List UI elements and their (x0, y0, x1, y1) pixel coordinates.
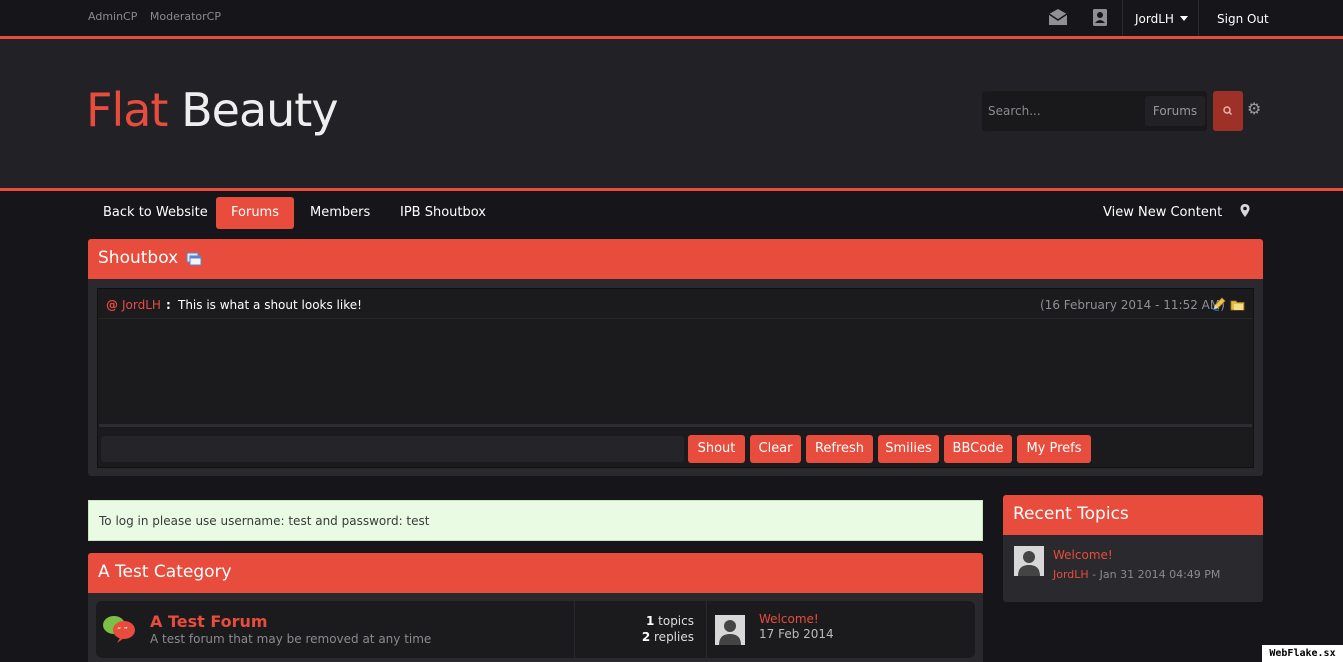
svg-text:“ ”: “ ” (117, 626, 128, 635)
avatar[interactable] (715, 615, 745, 645)
recent-topics-header: Recent Topics (1003, 495, 1263, 535)
shout-message: This is what a shout looks like! (178, 298, 362, 312)
nav-forums[interactable]: Forums (216, 197, 294, 229)
top-links: AdminCP ModeratorCP (88, 10, 230, 23)
logo-word-flat: Flat (86, 83, 168, 137)
contact-card-icon[interactable] (1089, 6, 1111, 28)
divider (706, 601, 707, 658)
nav-members[interactable]: Members (295, 197, 385, 229)
watermark: WebFlake.sx (1262, 645, 1343, 662)
moderatorcp-link[interactable]: ModeratorCP (150, 10, 221, 23)
category-panel: “ ” A Test Forum A test forum that may b… (88, 593, 983, 662)
last-post-title[interactable]: Welcome! (759, 612, 819, 626)
clear-button[interactable]: Clear (750, 435, 801, 463)
replies-count: 2 (641, 630, 651, 644)
divider (574, 601, 575, 658)
divider (99, 424, 1252, 427)
site-logo[interactable]: Flat Beauty (86, 83, 339, 137)
shout-separator: : (166, 298, 171, 312)
nav-back-to-website[interactable]: Back to Website (88, 197, 223, 229)
user-silhouette-icon (1018, 551, 1040, 576)
shout-input[interactable] (101, 436, 684, 462)
shoutbox-panel: @ JordLH : This is what a shout looks li… (88, 279, 1263, 476)
shout-entry: @ JordLH : This is what a shout looks li… (98, 289, 1253, 319)
smilies-button[interactable]: Smilies (878, 435, 939, 463)
top-bar: AdminCP ModeratorCP JordLH Sign Out (0, 0, 1343, 36)
category-title: A Test Category (98, 562, 232, 582)
nav-view-new-content[interactable]: View New Content (1088, 197, 1237, 229)
nav-ipb-shoutbox[interactable]: IPB Shoutbox (385, 197, 501, 229)
user-menu[interactable]: JordLH (1122, 0, 1199, 36)
shout-author[interactable]: JordLH (122, 298, 161, 312)
main-nav: Back to Website Forums Members IPB Shout… (0, 191, 1343, 233)
topics-label: topics (658, 614, 694, 628)
gear-icon[interactable]: ⚙ (1247, 101, 1261, 117)
shout-timestamp: (16 February 2014 - 11:52 AM) (1040, 298, 1225, 312)
forum-status-icon: “ ” (103, 616, 135, 643)
topics-count: 1 (645, 614, 655, 628)
recent-topic-meta: JordLH - Jan 31 2014 04:49 PM (1053, 568, 1220, 581)
admincp-link[interactable]: AdminCP (88, 10, 137, 23)
avatar[interactable] (1014, 546, 1044, 576)
forum-row: “ ” A Test Forum A test forum that may b… (96, 601, 975, 658)
search-box: Forums (982, 91, 1207, 131)
replies-label: replies (654, 630, 694, 644)
recent-topic-author[interactable]: JordLH (1053, 568, 1089, 581)
shout-at: @ (106, 298, 118, 312)
search-input[interactable] (982, 91, 1142, 131)
shoutbox-header: Shoutbox (88, 239, 1263, 279)
search-icon (1223, 106, 1233, 116)
map-pin-icon[interactable] (1239, 203, 1251, 219)
recent-topics-panel: Welcome! JordLH - Jan 31 2014 04:49 PM (1003, 535, 1263, 602)
recent-topics-title: Recent Topics (1013, 504, 1129, 524)
last-post-date: 17 Feb 2014 (759, 627, 834, 641)
shoutbox-title: Shoutbox (98, 248, 179, 268)
user-silhouette-icon (719, 620, 741, 645)
forum-description: A test forum that may be removed at any … (150, 632, 432, 646)
forum-stats: 1 topics 2 replies (576, 613, 694, 645)
forum-title[interactable]: A Test Forum (150, 612, 268, 631)
login-notice: To log in please use username: test and … (88, 500, 983, 541)
site-header: Flat Beauty Forums ⚙ (0, 36, 1343, 191)
popup-window-icon[interactable] (186, 252, 202, 266)
sign-out-link[interactable]: Sign Out (1217, 12, 1269, 26)
my-prefs-button[interactable]: My Prefs (1017, 435, 1091, 463)
category-header[interactable]: A Test Category (88, 553, 983, 593)
username: JordLH (1135, 12, 1174, 26)
shout-button[interactable]: Shout (688, 435, 745, 463)
logo-word-beauty: Beauty (181, 83, 338, 137)
archive-icon[interactable] (1230, 297, 1246, 313)
refresh-button[interactable]: Refresh (806, 435, 873, 463)
chevron-down-icon (1179, 16, 1188, 21)
recent-topic-title[interactable]: Welcome! (1053, 548, 1113, 562)
edit-icon[interactable] (1211, 296, 1227, 312)
search-scope-selector[interactable]: Forums (1145, 96, 1205, 126)
bbcode-button[interactable]: BBCode (944, 435, 1012, 463)
envelope-icon[interactable] (1047, 6, 1069, 28)
recent-topic-date: - Jan 31 2014 04:49 PM (1088, 568, 1221, 581)
search-button[interactable] (1213, 91, 1243, 131)
